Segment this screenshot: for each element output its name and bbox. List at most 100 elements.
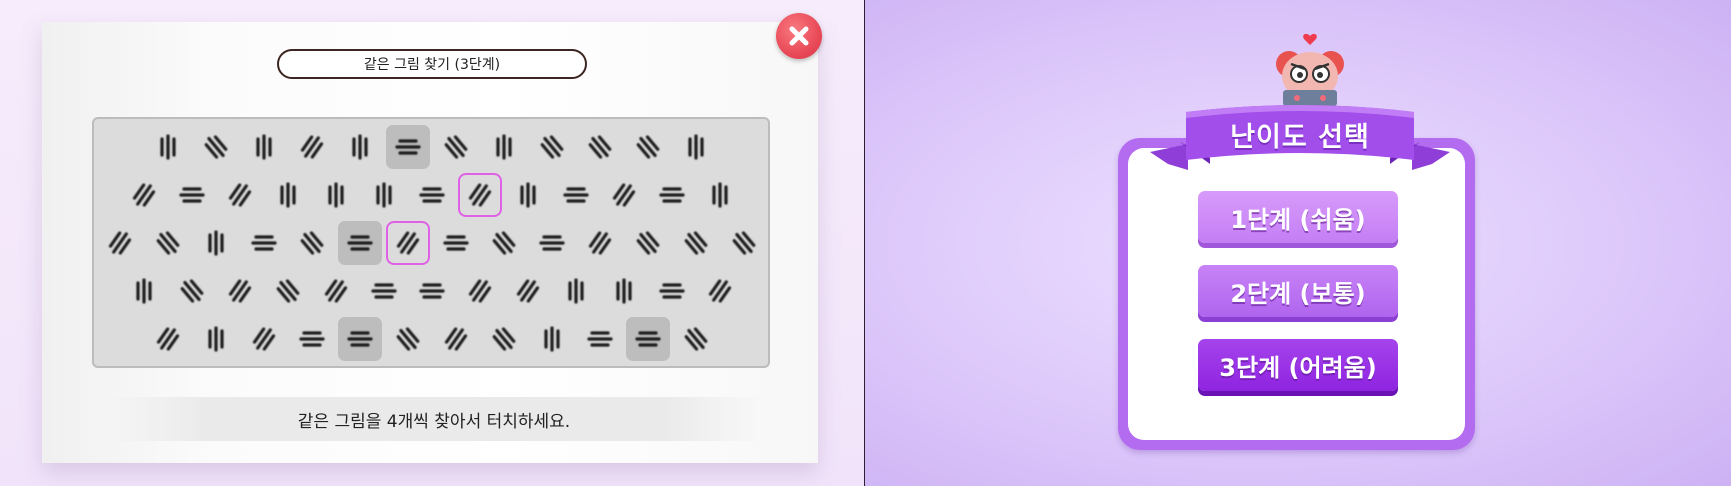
grating-card[interactable] bbox=[362, 269, 406, 313]
grating-card[interactable] bbox=[338, 125, 382, 169]
grating-icon bbox=[444, 327, 468, 351]
grating-card[interactable] bbox=[218, 173, 262, 217]
grating-icon bbox=[324, 279, 348, 303]
grating-icon bbox=[276, 279, 300, 303]
grating-icon bbox=[160, 134, 176, 160]
grating-icon bbox=[516, 279, 540, 303]
grating-icon bbox=[299, 331, 325, 347]
grating-icon bbox=[396, 231, 420, 255]
grating-card[interactable] bbox=[626, 221, 670, 265]
grating-icon bbox=[659, 187, 685, 203]
grating-icon bbox=[395, 139, 421, 155]
grating-card[interactable] bbox=[146, 125, 190, 169]
grating-card[interactable] bbox=[290, 317, 334, 361]
grating-card[interactable] bbox=[458, 269, 502, 313]
grating-card[interactable] bbox=[410, 173, 454, 217]
close-button[interactable] bbox=[776, 13, 822, 59]
grating-icon bbox=[539, 235, 565, 251]
grating-card[interactable] bbox=[290, 125, 334, 169]
grating-card[interactable] bbox=[674, 221, 718, 265]
grating-card[interactable] bbox=[674, 317, 718, 361]
grating-card[interactable] bbox=[266, 173, 310, 217]
grating-card[interactable] bbox=[506, 173, 550, 217]
grating-card[interactable] bbox=[578, 221, 622, 265]
grating-card[interactable] bbox=[338, 221, 382, 265]
grating-card[interactable] bbox=[386, 125, 430, 169]
grating-card[interactable] bbox=[98, 221, 142, 265]
grating-icon bbox=[132, 183, 156, 207]
grating-card[interactable] bbox=[362, 173, 406, 217]
grating-icon bbox=[540, 135, 564, 159]
grating-card[interactable] bbox=[482, 125, 526, 169]
grating-icon bbox=[371, 283, 397, 299]
grating-card[interactable] bbox=[122, 173, 166, 217]
grating-card[interactable] bbox=[170, 269, 214, 313]
grating-card[interactable] bbox=[650, 173, 694, 217]
grating-card[interactable] bbox=[530, 221, 574, 265]
grating-card[interactable] bbox=[194, 125, 238, 169]
grating-card[interactable] bbox=[194, 317, 238, 361]
grating-icon bbox=[228, 279, 252, 303]
grating-card[interactable] bbox=[698, 269, 742, 313]
grating-card[interactable] bbox=[290, 221, 334, 265]
grating-icon bbox=[352, 134, 368, 160]
level-3-button[interactable]: 3단계 (어려움) bbox=[1198, 339, 1398, 391]
grating-card[interactable] bbox=[554, 269, 598, 313]
level-1-button[interactable]: 1단계 (쉬움) bbox=[1198, 191, 1398, 243]
grating-icon bbox=[228, 183, 252, 207]
grating-icon bbox=[636, 231, 660, 255]
grating-card[interactable] bbox=[314, 269, 358, 313]
grating-card[interactable] bbox=[218, 269, 262, 313]
grating-card[interactable] bbox=[578, 317, 622, 361]
grating-card[interactable] bbox=[146, 317, 190, 361]
grating-card[interactable] bbox=[650, 269, 694, 313]
grating-card[interactable] bbox=[170, 173, 214, 217]
grating-icon bbox=[204, 135, 228, 159]
grating-card[interactable] bbox=[122, 269, 166, 313]
grating-icon bbox=[732, 231, 756, 255]
grating-card[interactable] bbox=[482, 317, 526, 361]
grating-icon bbox=[708, 279, 732, 303]
grating-card[interactable] bbox=[338, 317, 382, 361]
grating-card[interactable] bbox=[386, 317, 430, 361]
grating-icon bbox=[300, 231, 324, 255]
grating-card[interactable] bbox=[482, 221, 526, 265]
grating-card[interactable] bbox=[722, 221, 766, 265]
grating-card[interactable] bbox=[386, 221, 430, 265]
grating-icon bbox=[588, 135, 612, 159]
grating-card[interactable] bbox=[242, 125, 286, 169]
grating-card[interactable] bbox=[146, 221, 190, 265]
grating-card[interactable] bbox=[314, 173, 358, 217]
level-2-button[interactable]: 2단계 (보통) bbox=[1198, 265, 1398, 317]
game-panel: 같은 그림 찾기 (3단계) 같은 그림을 4개씩 찾아서 터치하세요. bbox=[42, 13, 822, 463]
grating-card[interactable] bbox=[506, 269, 550, 313]
grating-card[interactable] bbox=[626, 317, 670, 361]
grating-icon bbox=[612, 183, 636, 207]
grating-card[interactable] bbox=[602, 269, 646, 313]
grating-card[interactable] bbox=[458, 173, 502, 217]
grating-card[interactable] bbox=[578, 125, 622, 169]
grating-icon bbox=[492, 231, 516, 255]
grating-card[interactable] bbox=[698, 173, 742, 217]
grating-icon bbox=[328, 182, 344, 208]
grating-card[interactable] bbox=[434, 317, 478, 361]
grating-card[interactable] bbox=[410, 269, 454, 313]
game-title: 같은 그림 찾기 (3단계) bbox=[277, 49, 587, 79]
grating-card[interactable] bbox=[266, 269, 310, 313]
grating-card[interactable] bbox=[242, 221, 286, 265]
grating-card[interactable] bbox=[554, 173, 598, 217]
close-icon bbox=[789, 26, 809, 46]
grating-card[interactable] bbox=[434, 221, 478, 265]
grating-card[interactable] bbox=[242, 317, 286, 361]
grating-card[interactable] bbox=[530, 125, 574, 169]
grating-card[interactable] bbox=[530, 317, 574, 361]
grating-card[interactable] bbox=[434, 125, 478, 169]
grating-card[interactable] bbox=[674, 125, 718, 169]
grating-card[interactable] bbox=[626, 125, 670, 169]
grating-card[interactable] bbox=[194, 221, 238, 265]
grating-icon bbox=[419, 187, 445, 203]
grating-card[interactable] bbox=[602, 173, 646, 217]
grating-icon bbox=[492, 327, 516, 351]
grating-icon bbox=[256, 134, 272, 160]
grating-icon bbox=[684, 231, 708, 255]
